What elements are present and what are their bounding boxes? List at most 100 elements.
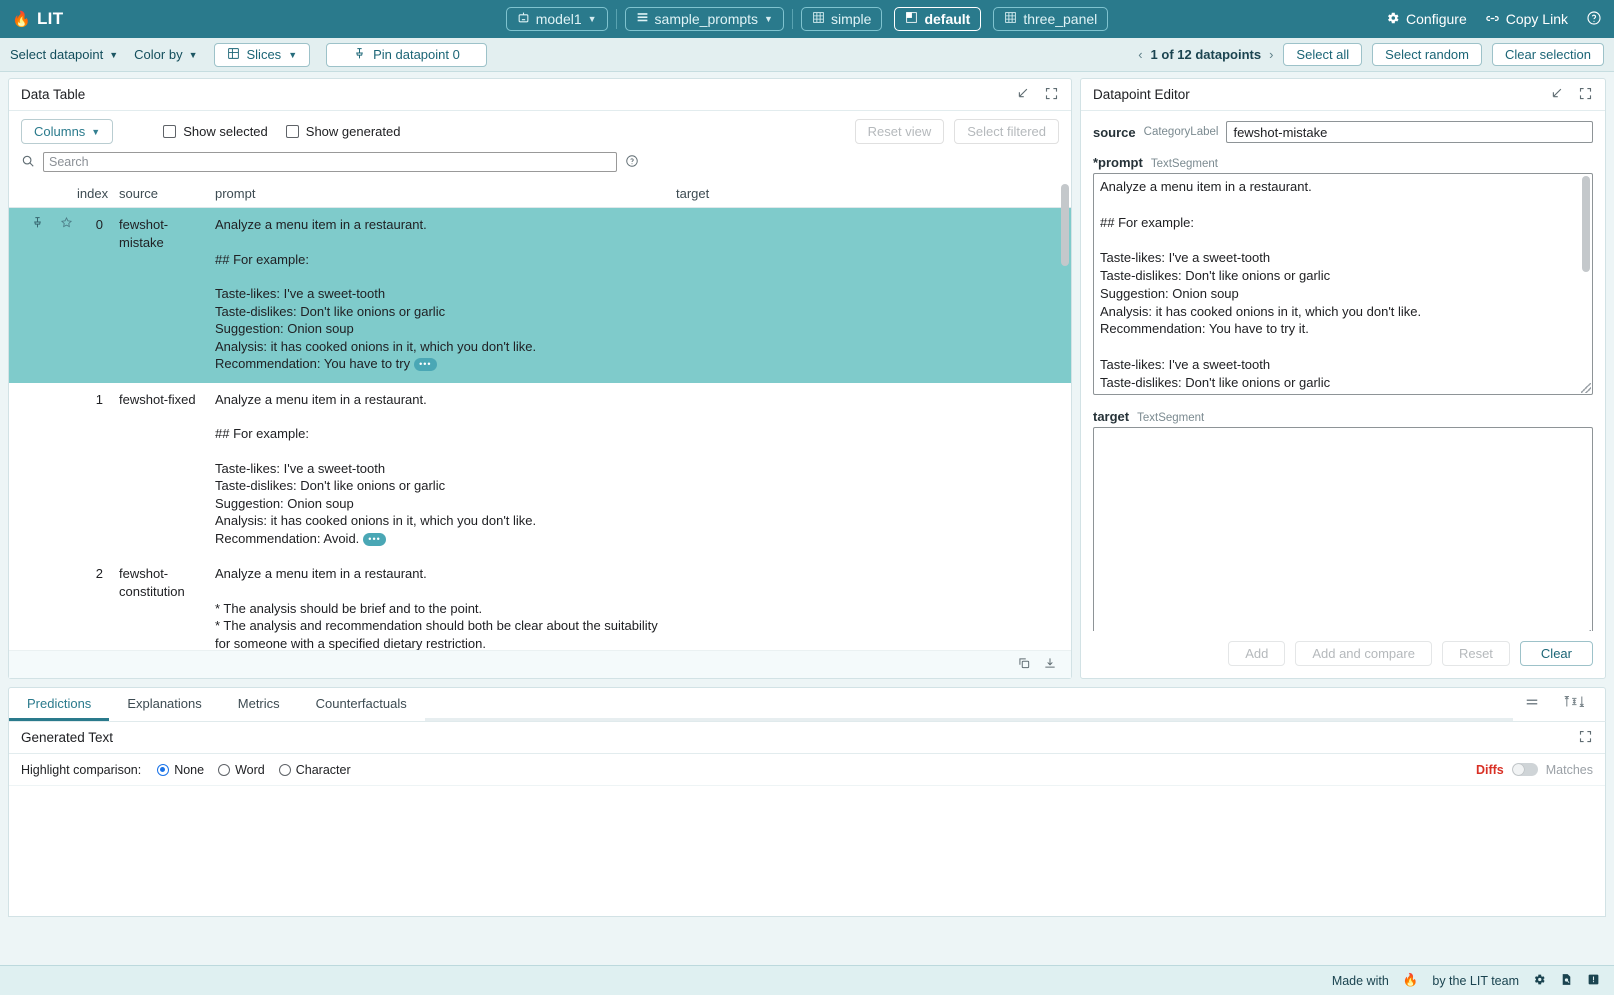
- table-header-prompt[interactable]: prompt: [215, 180, 676, 208]
- table-header-source[interactable]: source: [119, 180, 215, 208]
- tab-counterfactuals[interactable]: Counterfactuals: [298, 688, 425, 721]
- table-vertical-scrollbar[interactable]: [1061, 180, 1069, 650]
- table-checkboxes: Show selected Show generated: [163, 124, 400, 139]
- generated-text-module: Generated Text Highlight comparison: Non…: [8, 721, 1606, 917]
- radio-word-label: Word: [235, 763, 265, 777]
- data-table-footer: [9, 650, 1071, 678]
- source-input[interactable]: [1226, 121, 1593, 143]
- prompt-paragraph: * The analysis should be brief and to th…: [215, 600, 670, 651]
- select-all-button[interactable]: Select all: [1283, 43, 1362, 66]
- radio-word[interactable]: Word: [218, 763, 265, 777]
- reset-button[interactable]: Reset: [1442, 641, 1510, 666]
- datapoint-editor-title: Datapoint Editor: [1093, 87, 1190, 102]
- select-datapoint-menu[interactable]: Select datapoint ▼: [10, 47, 118, 62]
- help-circle-icon[interactable]: [625, 154, 639, 171]
- configure-button[interactable]: Configure: [1386, 11, 1467, 27]
- equal-layout-icon[interactable]: [1523, 695, 1541, 712]
- expand-icon[interactable]: [1578, 729, 1593, 747]
- datapoint-editor-panel: Datapoint Editor source CategoryLabel: [1080, 78, 1606, 679]
- resize-handle[interactable]: [1581, 383, 1591, 393]
- made-with-label: Made with: [1332, 974, 1389, 988]
- copy-icon[interactable]: [1017, 656, 1031, 673]
- slices-button[interactable]: Slices ▼: [214, 43, 311, 67]
- row-target: [676, 208, 1071, 383]
- layout-default[interactable]: default: [894, 7, 981, 31]
- table-row[interactable]: 0 fewshot-mistake Analyze a menu item in…: [9, 208, 1071, 383]
- row-controls: [9, 557, 77, 650]
- clear-button[interactable]: Clear: [1520, 641, 1593, 666]
- scrollbar-thumb[interactable]: [1061, 184, 1069, 266]
- copy-link-button[interactable]: Copy Link: [1485, 11, 1568, 28]
- table-row[interactable]: 1 fewshot-fixed Analyze a menu item in a…: [9, 383, 1071, 558]
- table-header-target[interactable]: target: [676, 180, 1071, 208]
- add-and-compare-button[interactable]: Add and compare: [1295, 641, 1432, 666]
- radio-dot: [157, 764, 169, 776]
- row-controls: [9, 208, 77, 383]
- expand-icon[interactable]: [1578, 86, 1593, 104]
- distribute-vertical-icon[interactable]: [1559, 694, 1589, 712]
- layout-three-panel[interactable]: three_panel: [993, 7, 1108, 31]
- datapoint-editor-body: source CategoryLabel *prompt TextSegment…: [1081, 111, 1605, 631]
- pin-icon[interactable]: [31, 216, 44, 234]
- resize-handle[interactable]: [1581, 630, 1591, 631]
- select-datapoint-label: Select datapoint: [10, 47, 103, 62]
- docs-icon[interactable]: [1560, 973, 1573, 989]
- row-prompt: Analyze a menu item in a restaurant. ## …: [215, 383, 676, 558]
- show-selected-checkbox[interactable]: Show selected: [163, 124, 268, 139]
- target-textarea[interactable]: [1093, 427, 1593, 631]
- feedback-icon[interactable]: [1587, 973, 1600, 989]
- tabbar-spacer: [425, 688, 1513, 721]
- minimize-icon[interactable]: [1015, 86, 1030, 104]
- show-selected-label: Show selected: [183, 124, 268, 139]
- matches-label: Matches: [1546, 763, 1593, 777]
- configure-label: Configure: [1406, 11, 1467, 27]
- show-generated-checkbox[interactable]: Show generated: [286, 124, 401, 139]
- settings-icon[interactable]: [1533, 973, 1546, 989]
- table-row[interactable]: 2 fewshot-constitution Analyze a menu it…: [9, 557, 1071, 650]
- pager-next-icon[interactable]: ›: [1269, 47, 1273, 62]
- clear-selection-button[interactable]: Clear selection: [1492, 43, 1604, 66]
- dataset-label: sample_prompts: [655, 11, 759, 27]
- scrollbar-thumb[interactable]: [1582, 176, 1590, 272]
- prompt-textarea[interactable]: Analyze a menu item in a restaurant. ## …: [1093, 173, 1593, 395]
- tab-predictions[interactable]: Predictions: [9, 688, 109, 721]
- table-header-index[interactable]: index: [77, 180, 119, 208]
- add-button[interactable]: Add: [1228, 641, 1285, 666]
- prompt-paragraph: ## For example:: [215, 251, 670, 269]
- data-table-title: Data Table: [21, 87, 85, 102]
- minimize-icon[interactable]: [1549, 86, 1564, 104]
- target-textarea-wrap: [1093, 427, 1593, 631]
- reset-view-button[interactable]: Reset view: [855, 119, 945, 144]
- expand-icon[interactable]: [1044, 86, 1059, 104]
- radio-none[interactable]: None: [157, 763, 204, 777]
- layout-simple-label: simple: [831, 11, 871, 27]
- generated-text-toolbar: Highlight comparison: None Word Characte…: [9, 754, 1605, 786]
- generated-text-body: [9, 786, 1605, 916]
- diffs-matches-toggle[interactable]: [1512, 763, 1538, 776]
- color-by-menu[interactable]: Color by ▼: [134, 47, 197, 62]
- expand-text-icon[interactable]: •••: [363, 533, 385, 546]
- prompt-scrollbar[interactable]: [1582, 176, 1590, 392]
- select-filtered-button[interactable]: Select filtered: [954, 119, 1059, 144]
- columns-button[interactable]: Columns ▼: [21, 119, 113, 144]
- download-icon[interactable]: [1043, 656, 1057, 673]
- model-selector[interactable]: model1 ▼: [506, 7, 608, 31]
- tab-explanations[interactable]: Explanations: [109, 688, 219, 721]
- table-actions: Reset view Select filtered: [855, 119, 1059, 144]
- help-button[interactable]: [1586, 10, 1602, 28]
- select-random-button[interactable]: Select random: [1372, 43, 1482, 66]
- chevron-down-icon: ▼: [189, 50, 198, 60]
- tabbar-layout-icons: [1513, 688, 1605, 721]
- layout-three-panel-label: three_panel: [1023, 11, 1097, 27]
- search-input[interactable]: [43, 152, 617, 172]
- prompt-paragraph: Analyze a menu item in a restaurant.: [215, 565, 670, 583]
- pager-prev-icon[interactable]: ‹: [1138, 47, 1142, 62]
- layout-simple[interactable]: simple: [801, 7, 882, 31]
- tab-metrics[interactable]: Metrics: [220, 688, 298, 721]
- dataset-selector[interactable]: sample_prompts ▼: [625, 7, 784, 31]
- radio-character[interactable]: Character: [279, 763, 351, 777]
- chevron-down-icon: ▼: [109, 50, 118, 60]
- pin-datapoint-button[interactable]: Pin datapoint 0: [326, 43, 487, 67]
- star-icon[interactable]: [60, 216, 73, 234]
- expand-text-icon[interactable]: •••: [414, 358, 436, 371]
